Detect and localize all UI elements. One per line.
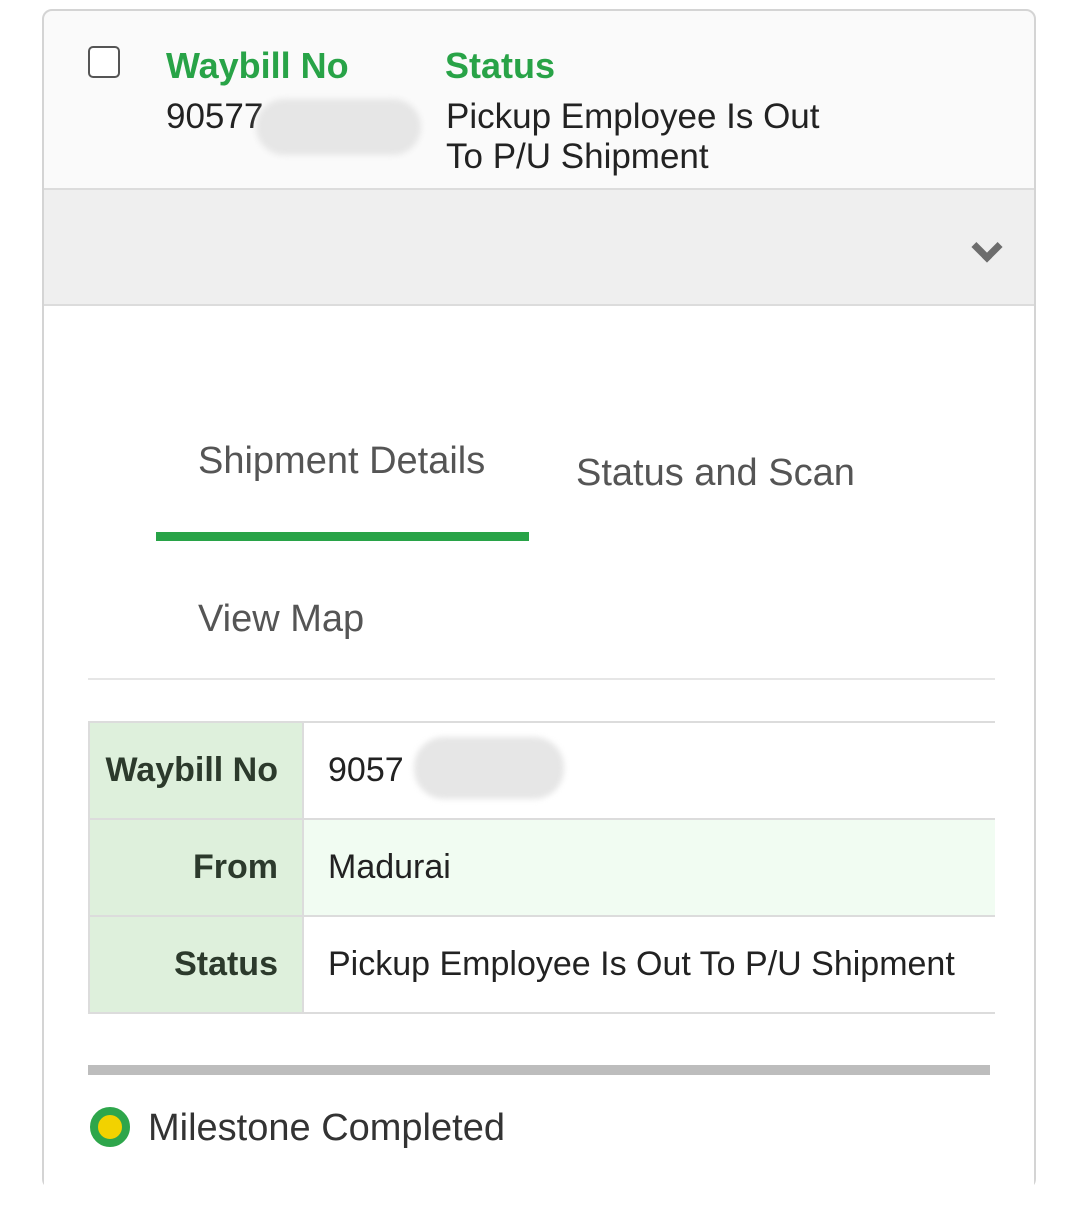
waybill-value: 90577 bbox=[166, 97, 264, 136]
redacted-blur bbox=[256, 99, 421, 155]
row-value-waybill: 9057 bbox=[303, 721, 995, 820]
tabs-divider bbox=[88, 678, 995, 680]
milestone-legend-label: Milestone Completed bbox=[148, 1107, 505, 1149]
shipment-card: Waybill No 90577 Status Pickup Employee … bbox=[42, 9, 1036, 1206]
redacted-blur bbox=[414, 737, 564, 799]
chevron-down-icon[interactable] bbox=[971, 231, 1003, 263]
table-row: Waybill No 9057 bbox=[88, 721, 995, 820]
tab-shipment-details[interactable]: Shipment Details bbox=[198, 440, 485, 483]
tab-status-and-scan[interactable]: Status and Scan bbox=[576, 452, 855, 495]
row-key-status: Status bbox=[88, 915, 304, 1014]
milestone-progress-bar bbox=[88, 1065, 990, 1075]
row-key-waybill: Waybill No bbox=[88, 721, 304, 820]
waybill-number: 9057 bbox=[328, 751, 404, 789]
row-key-from: From bbox=[88, 818, 304, 917]
tab-view-map[interactable]: View Map bbox=[198, 598, 364, 641]
details-panel: Shipment Details Status and Scan View Ma… bbox=[44, 306, 1034, 1206]
active-tab-indicator bbox=[156, 532, 529, 541]
status-label: Status bbox=[445, 45, 556, 86]
select-checkbox[interactable] bbox=[88, 46, 120, 78]
table-row: From Madurai bbox=[88, 818, 995, 917]
table-row: Status Pickup Employee Is Out To P/U Shi… bbox=[88, 915, 995, 1014]
status-value-line1: Pickup Employee Is Out bbox=[446, 97, 820, 136]
expand-toggle[interactable] bbox=[44, 188, 1034, 306]
row-value-status: Pickup Employee Is Out To P/U Shipment bbox=[303, 915, 995, 1014]
milestone-dot-icon bbox=[90, 1107, 130, 1147]
details-table: Waybill No 9057 From Madurai Status Pick… bbox=[88, 721, 995, 1014]
row-value-from: Madurai bbox=[303, 818, 995, 917]
status-value-line2: To P/U Shipment bbox=[446, 137, 709, 176]
waybill-label: Waybill No bbox=[166, 45, 349, 86]
